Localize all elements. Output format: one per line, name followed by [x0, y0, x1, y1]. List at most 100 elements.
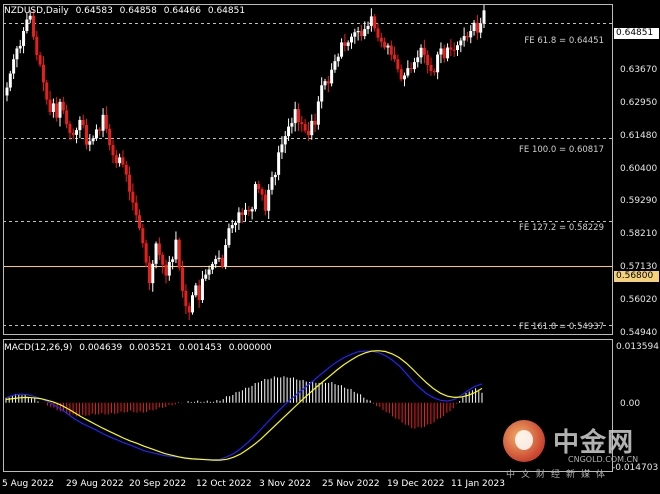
candle-body: [469, 30, 473, 38]
candle-body: [214, 259, 218, 265]
symbol-header: NZDUSD,Daily 0.64583 0.64858 0.64466 0.6…: [4, 6, 249, 16]
candle-body: [65, 110, 69, 125]
candle-body: [161, 254, 165, 265]
candle-body: [167, 261, 171, 276]
candle-body: [154, 243, 158, 264]
candle-body: [157, 243, 161, 255]
candle-body: [18, 45, 22, 49]
candle-body: [247, 209, 251, 212]
watermark-logo-icon: [503, 420, 545, 462]
candle-body: [171, 259, 175, 262]
candle-body: [191, 295, 194, 313]
candle-body: [68, 124, 72, 133]
date-label: 11 Jan 2023: [451, 479, 505, 489]
candle-body: [267, 189, 271, 211]
candle-body: [85, 125, 88, 145]
date-label: 19 Dec 2022: [387, 479, 445, 489]
candle-body: [12, 59, 16, 74]
candle-body: [257, 184, 261, 190]
candle-body: [263, 194, 267, 211]
candle-body: [187, 306, 191, 313]
candle-body: [452, 49, 456, 51]
candle-body: [273, 174, 277, 178]
signal-line: [5, 350, 483, 461]
candle-body: [220, 257, 224, 267]
current-price-tag: 0.64851: [614, 28, 659, 39]
candle-body: [101, 114, 105, 131]
price-pane-frame: [3, 4, 613, 335]
candle-body: [98, 129, 102, 131]
candle-body: [379, 37, 383, 42]
price-tick: 0.58210: [620, 229, 658, 239]
candle-body: [270, 177, 274, 190]
candle-body: [58, 101, 62, 118]
candle-body: [253, 184, 257, 210]
date-label: 12 Oct 2022: [196, 479, 252, 489]
candle-body: [244, 209, 247, 215]
candle-body: [81, 119, 85, 126]
date-label: 3 Nov 2022: [259, 479, 311, 489]
candle-body: [429, 64, 433, 72]
macd-value-2: 0.003521: [129, 343, 173, 353]
candle-body: [124, 164, 128, 175]
candle-body: [399, 69, 403, 80]
candle-body: [250, 209, 254, 212]
price-tick: 0.63670: [620, 65, 658, 75]
candle-body: [449, 47, 453, 50]
candle-body: [403, 75, 406, 80]
candle-body: [141, 228, 145, 244]
candle-body: [306, 130, 310, 136]
symbol-open: 0.64583: [75, 6, 113, 16]
candle-body: [200, 278, 204, 301]
candle-body: [91, 138, 95, 142]
candle-body: [436, 54, 440, 73]
date-label: 29 Aug 2022: [66, 479, 124, 489]
candle-body: [406, 68, 410, 76]
candle-body: [151, 263, 155, 284]
candle-body: [88, 141, 92, 145]
candle-body: [353, 32, 357, 37]
candle-body: [138, 215, 141, 229]
candle-body: [224, 245, 228, 267]
candle-body: [25, 19, 29, 31]
candle-body: [297, 109, 300, 123]
candle-body: [48, 99, 52, 112]
candle-body: [333, 61, 337, 70]
fib-label-127: FE 127.2 = 0.58229: [519, 223, 604, 233]
candle-body: [366, 25, 370, 30]
candle-body: [174, 239, 178, 260]
candle-body: [459, 40, 463, 46]
candle-body: [350, 36, 353, 43]
cngold-watermark: 中金网 CNGOLD.COM.CN 中文财经新媒体: [503, 420, 653, 480]
candle-body: [227, 228, 231, 246]
symbol-low: 0.64466: [163, 6, 201, 16]
candle-body: [147, 262, 151, 284]
candle-body: [128, 174, 132, 192]
candle-body: [35, 36, 39, 56]
candle-body: [359, 30, 363, 37]
candle-body: [310, 120, 314, 136]
candle-body: [303, 124, 307, 131]
fib-label-100: FE 100.0 = 0.60817: [519, 145, 604, 155]
candle-body: [373, 16, 377, 29]
candle-body: [15, 48, 19, 60]
price-tick: 0.54940: [620, 328, 658, 338]
candle-body: [313, 120, 317, 125]
candle-body: [75, 130, 79, 135]
candle-body: [260, 189, 264, 195]
candle-body: [396, 59, 400, 70]
candle-body: [207, 269, 211, 275]
candle-body: [277, 152, 281, 175]
candle-body: [61, 101, 65, 111]
watermark-brand: 中金网: [553, 428, 635, 458]
candle-body: [197, 285, 201, 301]
candle-body: [323, 81, 327, 86]
candle-body: [280, 144, 284, 153]
candle-body: [51, 103, 55, 112]
candle-body: [234, 222, 238, 226]
fib-label-161: FE 161.8 = 0.54937: [519, 322, 604, 332]
candle-body: [465, 36, 469, 38]
macd-layer: [5, 350, 483, 461]
candle-body: [38, 55, 42, 65]
date-label: 5 Aug 2022: [2, 479, 54, 489]
